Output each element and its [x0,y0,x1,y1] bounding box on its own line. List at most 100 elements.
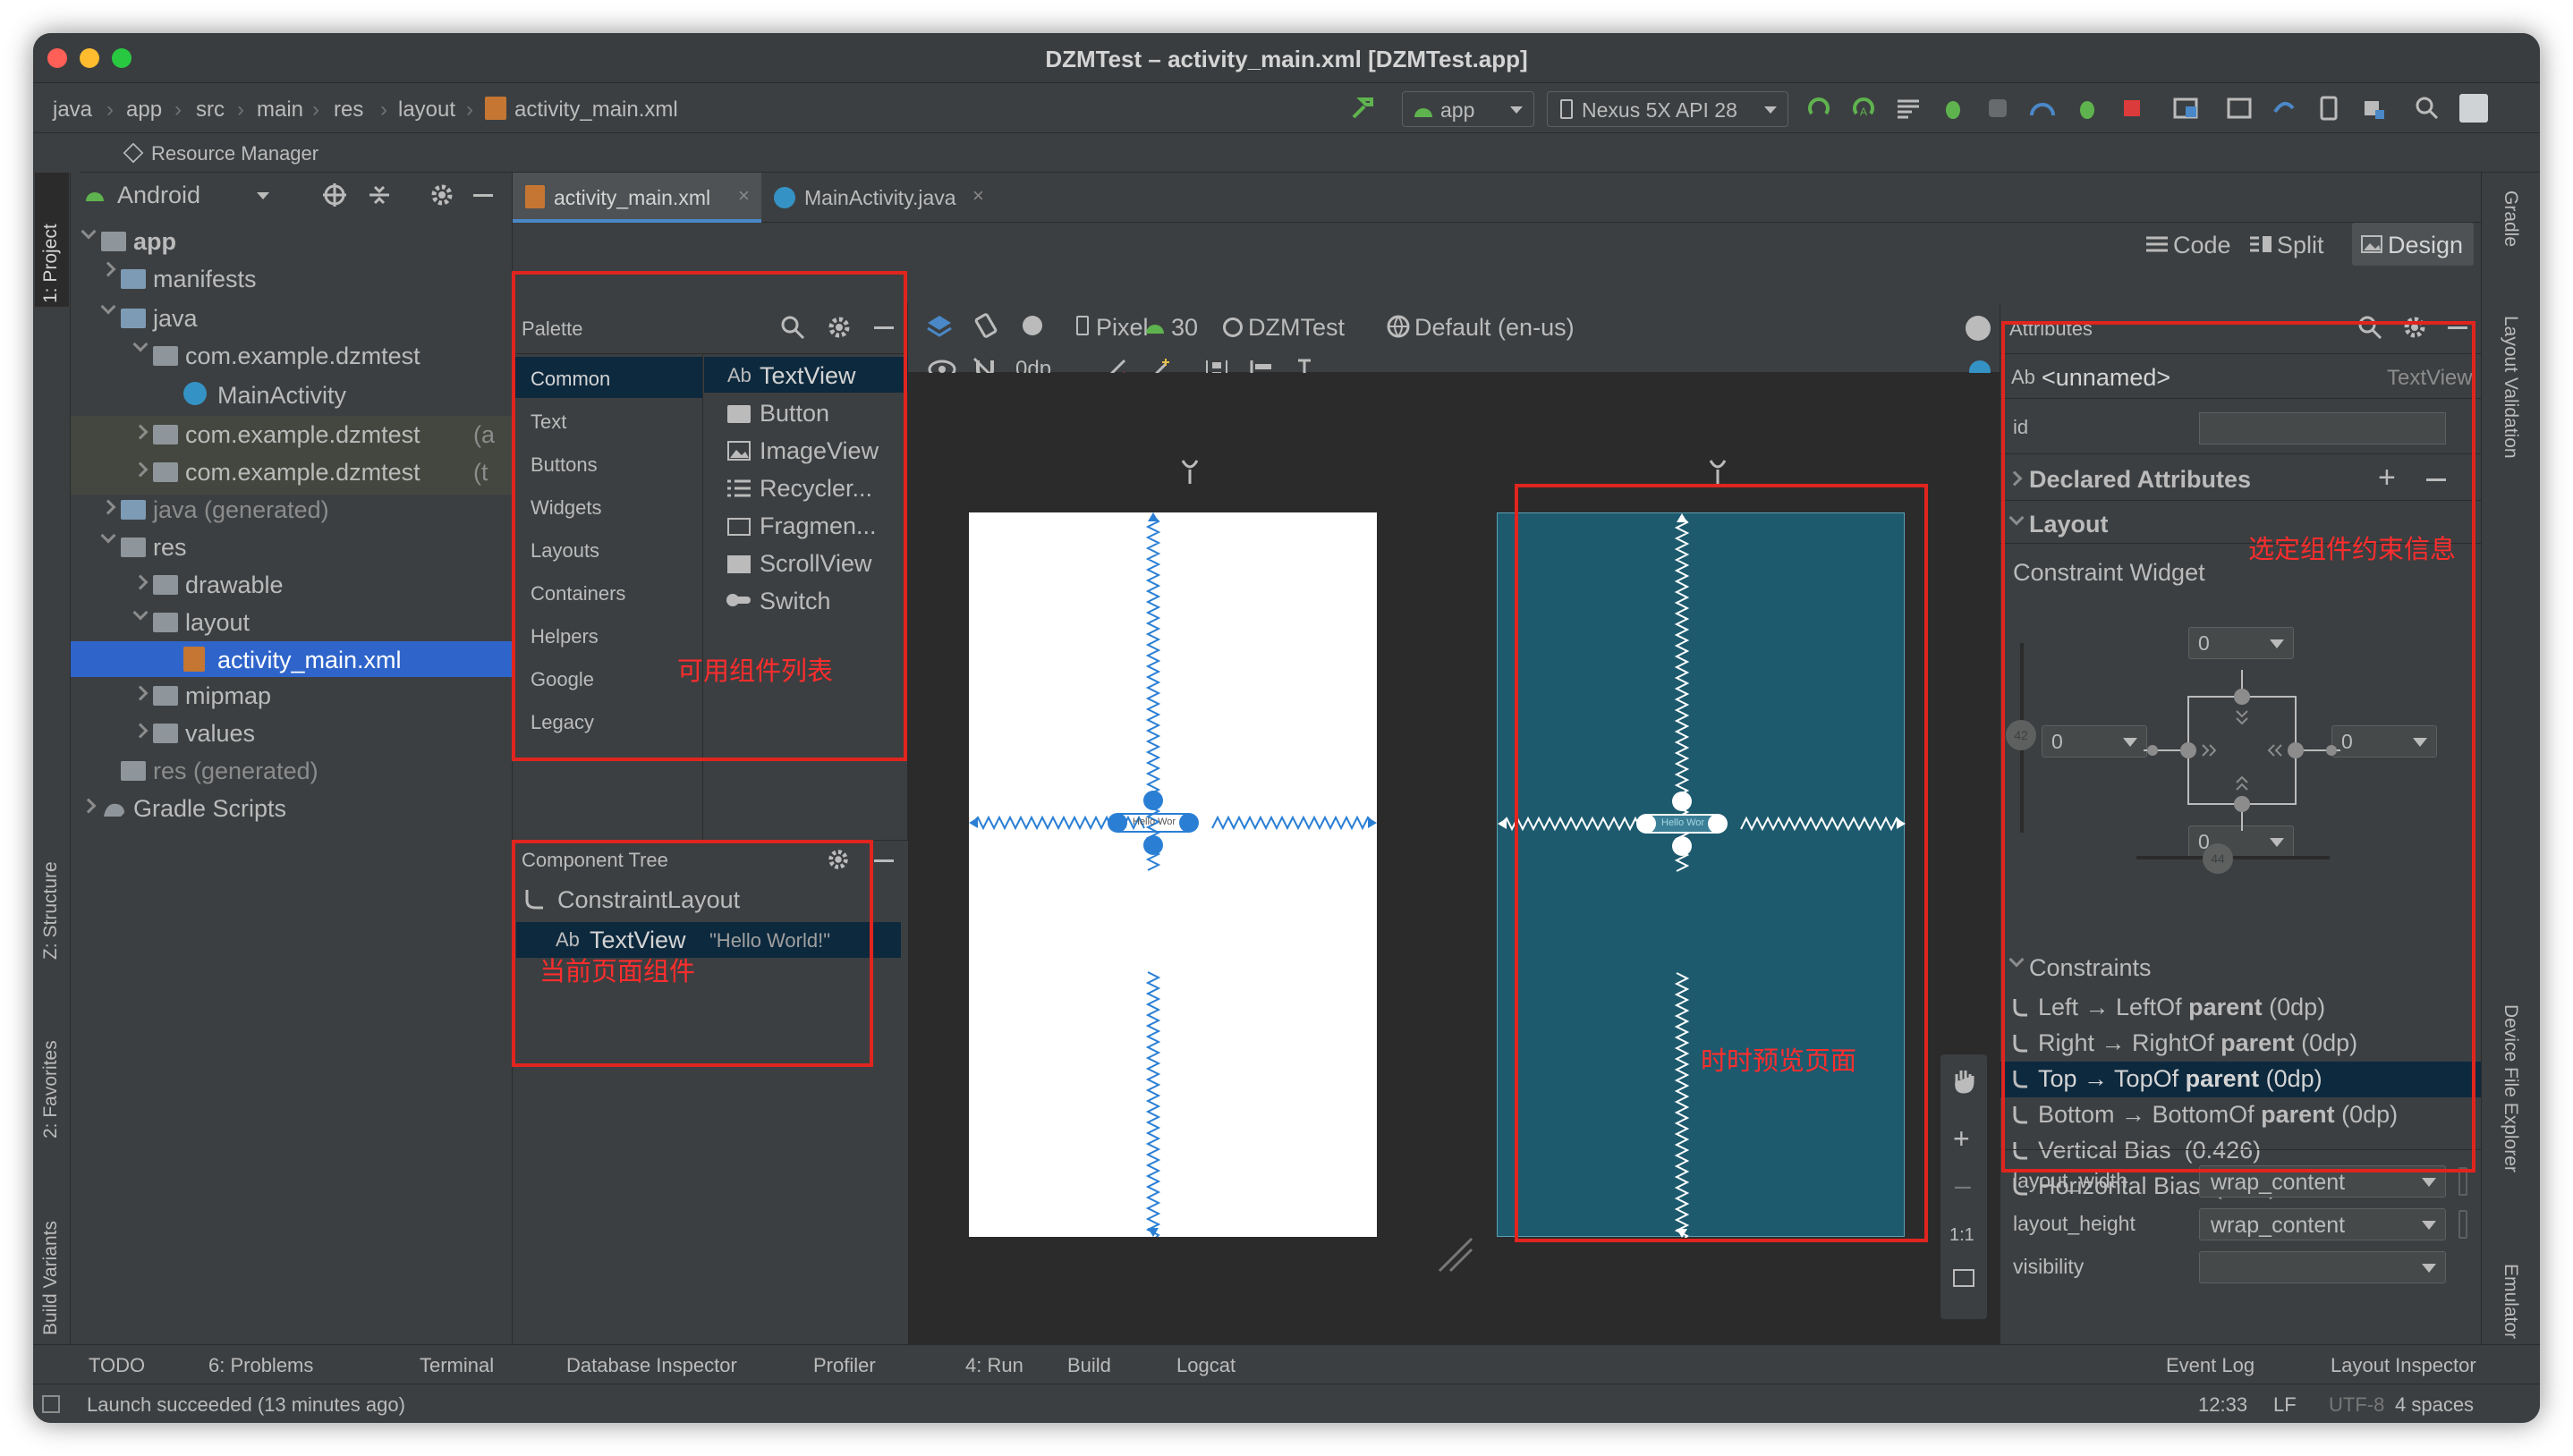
preview-textview[interactable]: Hello Wor [1133,817,1176,827]
tree-item-manifests[interactable]: manifests [153,266,257,293]
breadcrumb-src[interactable]: src [196,97,225,123]
theme-dropdown[interactable]: DZMTest [1248,316,1345,340]
collapse-all-icon[interactable] [366,182,393,208]
tree-item-package-test[interactable]: com.example.dzmtest [185,459,420,487]
pan-hand-icon[interactable] [1951,1067,1976,1094]
tree-item-package-android-test[interactable]: com.example.dzmtest [185,421,420,449]
tab-build-variants[interactable]: Build Variants [40,1221,62,1335]
pin-icon[interactable] [1708,457,1728,486]
apply-changes-icon[interactable] [1804,94,1833,123]
tab-structure[interactable]: Z: Structure [40,861,62,960]
coverage-icon[interactable] [1894,94,1923,123]
hammer-icon[interactable] [1348,94,1377,123]
pin-icon[interactable] [1180,457,1200,486]
breadcrumb-file[interactable]: activity_main.xml [514,97,678,123]
collapse-arrow-icon[interactable] [100,499,116,515]
tree-item-gradle-scripts[interactable]: Gradle Scripts [133,795,286,823]
tool-logcat[interactable]: Logcat [1176,1356,1236,1376]
resize-handle-icon[interactable] [1438,1237,1473,1273]
tree-item-drawable[interactable]: drawable [185,571,284,599]
breadcrumb-app[interactable]: app [126,97,162,123]
attach-debugger-icon[interactable] [1983,94,2012,123]
layout-height-dropdown[interactable]: wrap_content [2199,1208,2446,1240]
device-dropdown[interactable]: Pixel [1096,316,1149,340]
tree-item-java-generated[interactable]: java (generated) [153,496,329,524]
tab-favorites[interactable]: 2: Favorites [40,1040,62,1139]
tab-activity-main[interactable]: activity_main.xml × [513,173,761,223]
tree-item-mainactivity[interactable]: MainActivity [217,382,346,410]
collapse-arrow-icon[interactable] [132,574,149,590]
indent-setting[interactable]: 4 spaces [2395,1395,2474,1415]
minimize-icon[interactable] [473,194,493,197]
profile-icon[interactable] [2028,94,2057,123]
tab-emulator[interactable]: Emulator [2500,1264,2521,1339]
project-structure-icon[interactable] [2171,94,2200,123]
tool-terminal[interactable]: Terminal [420,1356,494,1376]
device-selector[interactable]: Nexus 5X API 28 [1547,91,1788,127]
toggle-tool-windows-icon[interactable] [42,1395,60,1413]
stop-icon[interactable] [2118,94,2146,123]
tab-layout-validation[interactable]: Layout Validation [2500,316,2521,459]
minimize-icon[interactable] [874,859,894,862]
expand-arrow-icon[interactable] [132,605,149,621]
run-config-selector[interactable]: app [1402,91,1534,127]
design-view-button[interactable]: Design [2352,223,2474,266]
tree-item-res[interactable]: res [153,534,187,562]
zoom-actual-size-button[interactable]: 1:1 [1949,1226,1974,1244]
tool-layout-inspector[interactable]: Layout Inspector [2331,1356,2476,1376]
tab-gradle[interactable]: Gradle [2500,190,2521,247]
tool-todo[interactable]: TODO [89,1356,145,1376]
night-mode-icon[interactable] [1019,312,1046,339]
avatar[interactable] [2459,94,2488,123]
close-icon[interactable]: × [972,186,984,206]
search-icon[interactable] [2413,94,2441,123]
debug-icon[interactable] [1939,94,1967,123]
tab-project[interactable]: 1: Project [40,224,62,303]
expand-arrow-icon[interactable] [132,336,149,352]
zoom-out-button[interactable]: – [1955,1171,1971,1199]
tree-item-app[interactable]: app [133,228,176,256]
zoom-to-fit-icon[interactable] [1953,1269,1974,1287]
cursor-position[interactable]: 12:33 [2198,1395,2247,1415]
sdk-icon[interactable] [2359,94,2388,123]
tree-item-values[interactable]: values [185,720,255,748]
breadcrumb-res[interactable]: res [334,97,363,123]
design-preview[interactable]: Hello Wor [969,512,1377,1237]
tab-device-file-explorer[interactable]: Device File Explorer [2500,1004,2521,1172]
visibility-dropdown[interactable] [2199,1251,2446,1283]
tool-run[interactable]: 4: Run [965,1356,1023,1376]
attach-process-icon[interactable] [2073,94,2102,123]
collapse-arrow-icon[interactable] [132,685,149,701]
expand-arrow-icon[interactable] [100,528,116,544]
apply-code-changes-icon[interactable]: A [1849,94,1878,123]
tool-problems[interactable]: 6: Problems [208,1356,313,1376]
sdk-manager-icon[interactable] [2225,94,2254,123]
tab-mainactivity[interactable]: MainActivity.java × [765,173,999,223]
locate-icon[interactable] [321,182,348,208]
collapse-arrow-icon[interactable] [81,798,97,814]
breadcrumb-main[interactable]: main [257,97,303,123]
locale-dropdown[interactable]: Default (en-us) [1414,316,1575,340]
code-view-button[interactable]: Code [2146,223,2248,266]
breadcrumb-layout[interactable]: layout [398,97,455,123]
resource-manager-tab[interactable]: Resource Manager [151,144,318,164]
avd-manager-icon[interactable] [2314,94,2343,123]
split-view-button[interactable]: Split [2250,223,2348,266]
line-separator[interactable]: LF [2273,1395,2297,1415]
orientation-icon[interactable] [972,312,999,339]
layers-icon[interactable] [926,312,953,339]
gear-icon[interactable] [429,182,455,208]
collapse-arrow-icon[interactable] [100,261,116,277]
api-dropdown[interactable]: 30 [1171,316,1198,340]
tree-item-mipmap[interactable]: mipmap [185,682,271,710]
tree-item-layout[interactable]: layout [185,609,250,637]
tool-build[interactable]: Build [1067,1356,1111,1376]
tree-item-package[interactable]: com.example.dzmtest [185,343,420,370]
project-view-selector[interactable]: Android [117,183,200,207]
warning-icon[interactable] [1966,316,1991,341]
breadcrumb-java[interactable]: java [53,97,92,123]
sync-gradle-icon[interactable] [2270,94,2298,123]
tool-profiler[interactable]: Profiler [813,1356,876,1376]
tool-database-inspector[interactable]: Database Inspector [566,1356,737,1376]
file-encoding[interactable]: UTF-8 [2329,1395,2384,1415]
